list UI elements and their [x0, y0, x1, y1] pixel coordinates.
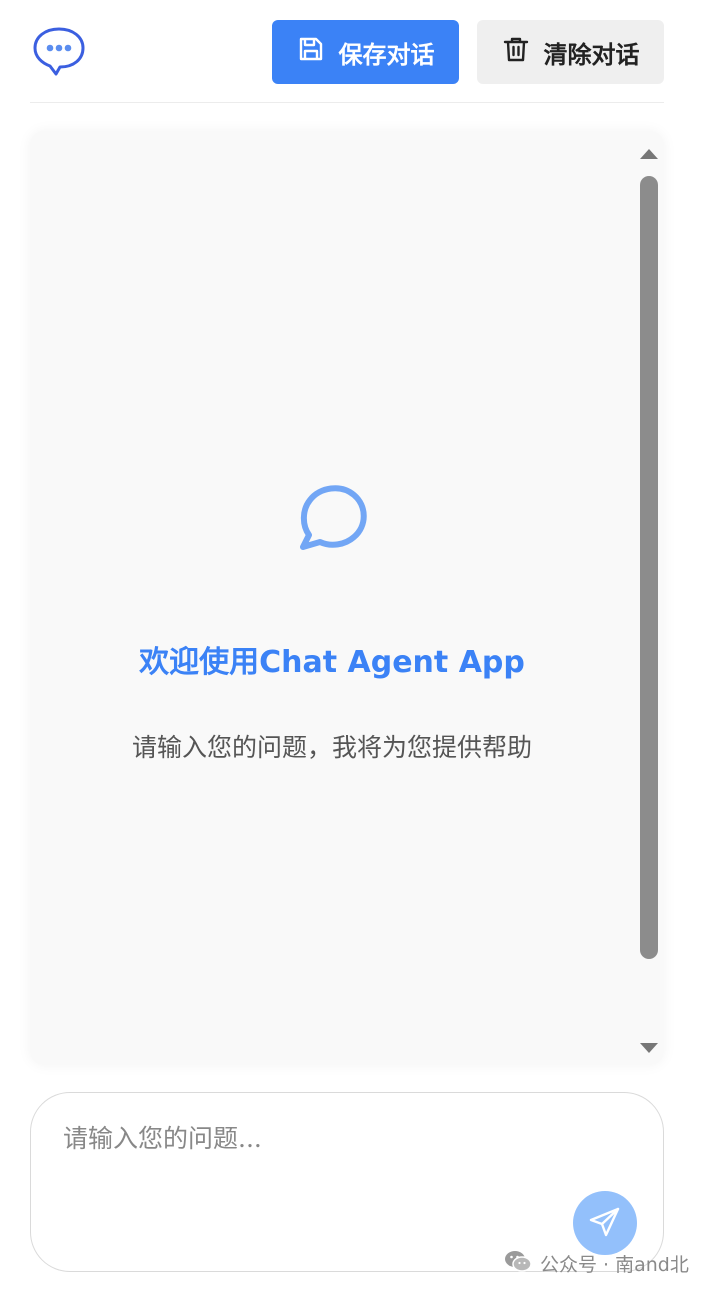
welcome-title: 欢迎使用Chat Agent App: [139, 645, 525, 680]
scroll-down-arrow-icon[interactable]: [640, 1043, 658, 1053]
chat-scrollbar[interactable]: [634, 141, 664, 1061]
save-conversation-button[interactable]: 保存对话: [272, 20, 459, 84]
floppy-disk-icon: [297, 35, 325, 69]
message-circle-icon: [296, 479, 370, 553]
chat-app: 保存对话 清除对话 欢迎使用Chat Agent App 请输入您的问题，我将为…: [0, 0, 721, 1291]
watermark-text: 公众号 · 南and北: [540, 1253, 689, 1276]
message-input[interactable]: [63, 1119, 583, 1239]
scrollbar-thumb[interactable]: [640, 176, 658, 959]
chat-bubble-dots-icon: [32, 26, 86, 78]
trash-icon: [502, 35, 530, 69]
wechat-icon: [504, 1249, 532, 1278]
welcome-subtitle: 请输入您的问题，我将为您提供帮助: [131, 733, 532, 762]
send-button[interactable]: [573, 1191, 637, 1255]
clear-conversation-button[interactable]: 清除对话: [477, 20, 664, 84]
clear-button-label: 清除对话: [543, 40, 640, 69]
watermark: 公众号 · 南and北: [504, 1248, 689, 1278]
header: 保存对话 清除对话: [30, 0, 664, 103]
send-icon: [588, 1205, 622, 1242]
scroll-up-arrow-icon[interactable]: [640, 149, 658, 159]
chat-messages-panel: 欢迎使用Chat Agent App 请输入您的问题，我将为您提供帮助: [30, 131, 664, 1065]
save-button-label: 保存对话: [338, 40, 435, 69]
message-input-container: [30, 1092, 664, 1272]
